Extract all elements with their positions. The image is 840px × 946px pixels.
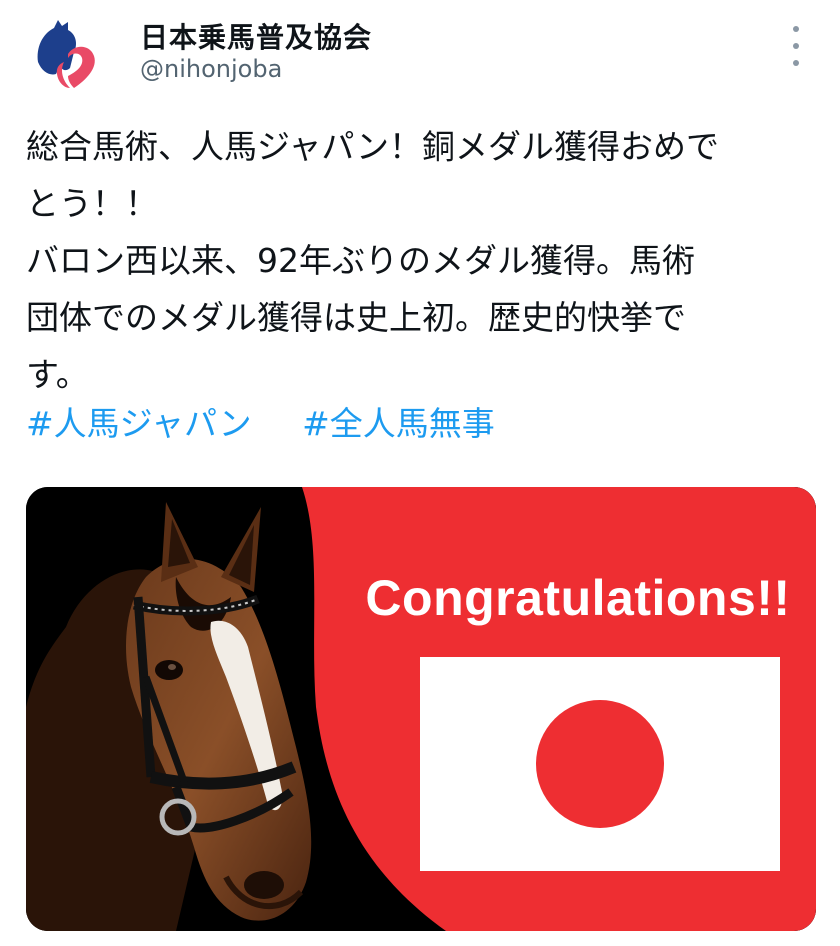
japan-flag-icon: [420, 657, 780, 871]
hashtag-link[interactable]: #人馬ジャパン: [26, 404, 252, 443]
display-name[interactable]: 日本乗馬普及協会: [140, 16, 372, 56]
tweet-text-line: バロン西以来、92年ぶりのメダル獲得。馬術: [26, 241, 695, 280]
tweet-media-image[interactable]: Congratulations!!: [26, 487, 816, 931]
account-handle[interactable]: @nihonjoba: [140, 55, 282, 83]
congratulations-caption: Congratulations!!: [365, 570, 791, 626]
flag-sun: [536, 700, 664, 828]
nihonjoba-logo-icon: [37, 20, 95, 88]
tweet-text-line: 団体でのメダル獲得は史上初。歴史的快挙で: [26, 298, 686, 337]
tweet-text-line: 総合馬術、人馬ジャパン！銅メダル獲得おめで: [26, 127, 719, 166]
tweet-text: 総合馬術、人馬ジャパン！銅メダル獲得おめで とう！！ バロン西以来、92年ぶりの…: [26, 118, 816, 403]
tweet-header: 日本乗馬普及協会 @nihonjoba: [0, 0, 840, 100]
avatar[interactable]: [24, 10, 114, 100]
more-options-icon[interactable]: [786, 26, 806, 66]
hashtag-link[interactable]: #全人馬無事: [302, 404, 495, 443]
more-dot: [793, 26, 799, 32]
more-dot: [793, 60, 799, 66]
tweet-text-line: とう！！: [26, 184, 158, 223]
hashtag-row: #人馬ジャパン #全人馬無事: [26, 395, 816, 452]
more-dot: [793, 43, 799, 49]
